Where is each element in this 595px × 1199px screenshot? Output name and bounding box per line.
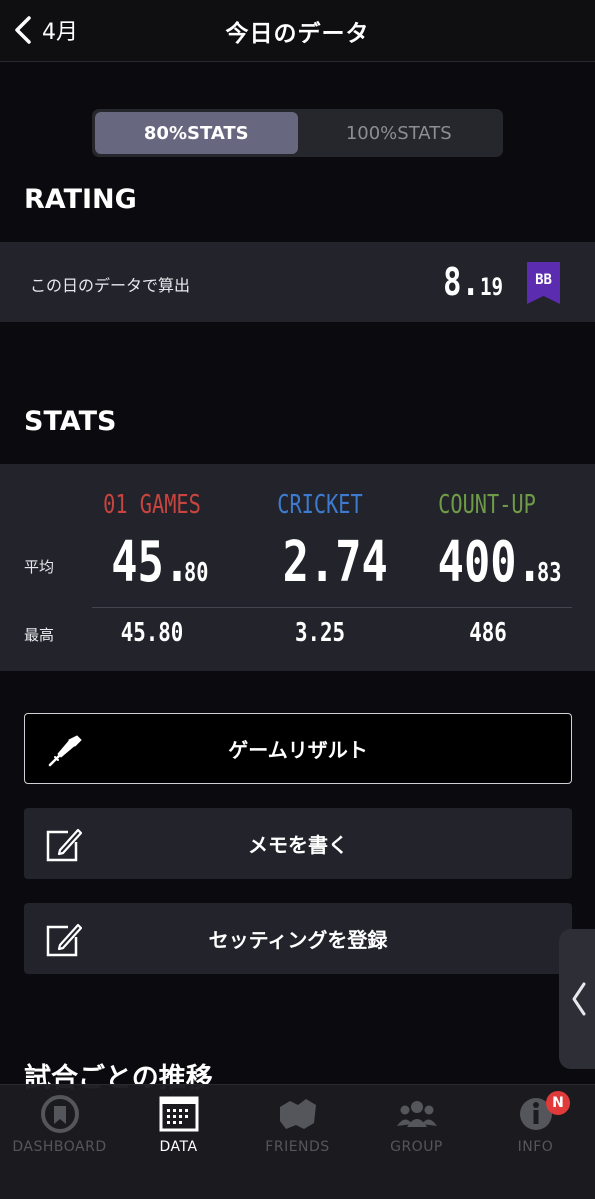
- max-count-up: 486: [469, 618, 507, 648]
- calendar-icon: [159, 1096, 198, 1132]
- tab-dashboard[interactable]: DASHBOARD: [0, 1085, 119, 1199]
- class-badge-text: BB: [535, 272, 552, 288]
- max-01-games: 45.80: [120, 618, 184, 648]
- rating-label: この日のデータで算出: [30, 276, 191, 295]
- toggle-80-stats[interactable]: 80%STATS: [95, 112, 298, 154]
- group-icon: [396, 1101, 437, 1127]
- bottom-tab-bar: DASHBOARD DATA FRIENDS GROUP N INFO: [0, 1084, 595, 1199]
- tab-friends-label: FRIENDS: [265, 1139, 330, 1155]
- register-setting-button[interactable]: セッティングを登録: [24, 903, 572, 974]
- rating-section-title: RATING: [24, 184, 137, 215]
- game-result-button[interactable]: ゲームリザルト: [24, 713, 572, 784]
- tab-dashboard-label: DASHBOARD: [12, 1139, 107, 1155]
- column-cricket: CRICKET: [277, 490, 363, 520]
- game-result-label: ゲームリザルト: [228, 738, 368, 762]
- avg-01-games: 45.80: [62, 530, 242, 595]
- max-row-label: 最高: [24, 626, 55, 644]
- class-badge-icon: BB: [527, 262, 560, 304]
- max-cricket: 3.25: [294, 618, 346, 648]
- avg-cricket: 2.74: [230, 530, 410, 595]
- column-01-games: 01 GAMES: [103, 490, 201, 520]
- avg-count-up: 400.83: [398, 530, 578, 595]
- rating-row: この日のデータで算出 8.19: [0, 242, 595, 322]
- dashboard-icon: [40, 1095, 79, 1133]
- friends-icon: [279, 1099, 316, 1129]
- stats-mode-toggle: 80%STATS 100%STATS: [92, 109, 503, 157]
- avg-count-up-integer: 400.: [437, 530, 543, 595]
- write-memo-label: メモを書く: [248, 833, 348, 857]
- tab-info-label: INFO: [517, 1139, 554, 1155]
- toggle-100-stats[interactable]: 100%STATS: [298, 112, 501, 154]
- stats-divider: [92, 607, 572, 608]
- rating-value-decimal: 19: [480, 273, 504, 301]
- column-count-up: COUNT-UP: [438, 490, 536, 520]
- tab-friends[interactable]: FRIENDS: [238, 1085, 357, 1199]
- write-memo-button[interactable]: メモを書く: [24, 808, 572, 879]
- avg-01-games-decimal: 80: [183, 558, 209, 588]
- tab-info[interactable]: N INFO: [476, 1085, 595, 1199]
- info-notification-badge: N: [546, 1091, 570, 1115]
- rating-value-integer: 8.: [443, 260, 481, 304]
- chevron-left-icon: [572, 982, 586, 1016]
- side-drawer-handle[interactable]: [559, 929, 595, 1069]
- avg-count-up-decimal: 83: [536, 558, 562, 588]
- tab-group-label: GROUP: [390, 1139, 443, 1155]
- dart-icon: [48, 735, 82, 767]
- avg-01-games-integer: 45.: [111, 530, 190, 595]
- header-bar: 4月 今日のデータ: [0, 0, 595, 62]
- edit-note-icon: [46, 923, 82, 957]
- stats-panel: 01 GAMES CRICKET COUNT-UP 平均 45.80 2.74 …: [0, 464, 595, 671]
- page-title: 今日のデータ: [225, 21, 370, 47]
- tab-data-label: DATA: [159, 1139, 198, 1155]
- tab-group[interactable]: GROUP: [357, 1085, 476, 1199]
- tab-data[interactable]: DATA: [119, 1085, 238, 1199]
- avg-row-label: 平均: [24, 558, 55, 576]
- register-setting-label: セッティングを登録: [208, 928, 388, 952]
- stats-section-title: STATS: [24, 406, 117, 437]
- avg-cricket-value: 2.74: [282, 530, 388, 595]
- edit-note-icon: [46, 828, 82, 862]
- rating-value: 8.19: [434, 260, 509, 304]
